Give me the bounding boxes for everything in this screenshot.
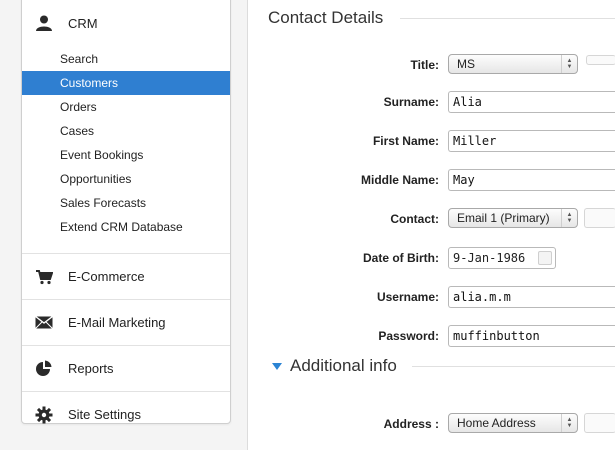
section-heading: Contact Details: [268, 8, 384, 27]
password-row: Password: muffinbutton: [248, 325, 615, 349]
dob-input[interactable]: 9-Jan-1986: [448, 247, 556, 269]
dob-value: 9-Jan-1986: [453, 251, 526, 265]
heading-divider: [400, 18, 615, 19]
contact-select[interactable]: Email 1 (Primary) ▲ ▼: [448, 208, 578, 228]
sidebar-section-label: E-Commerce: [68, 269, 145, 284]
crm-submenu: Search Customers Orders Cases Event Book…: [22, 47, 230, 254]
updown-arrows-icon: ▲ ▼: [561, 209, 577, 227]
password-input[interactable]: muffinbutton: [448, 325, 615, 347]
additional-info-toggle[interactable]: Additional info: [272, 356, 397, 376]
sidebar-section-email-marketing[interactable]: E-Mail Marketing: [22, 300, 230, 346]
title-label: Title:: [410, 58, 439, 72]
sidebar-item-sales-forecasts[interactable]: Sales Forecasts: [22, 191, 230, 215]
dob-row: Date of Birth: 9-Jan-1986: [248, 247, 615, 271]
first-name-label: First Name:: [372, 134, 439, 148]
sidebar-section-label: Reports: [68, 361, 114, 376]
pie-chart-icon: [34, 360, 54, 378]
cart-icon: [34, 268, 54, 286]
contact-value: Email 1 (Primary): [457, 211, 550, 225]
sidebar-section-label: CRM: [68, 15, 98, 31]
username-row: Username: alia.m.m: [248, 286, 615, 310]
sidebar-section-reports[interactable]: Reports: [22, 346, 230, 392]
updown-arrows-icon: ▲ ▼: [561, 55, 577, 73]
contact-label: Contact:: [390, 212, 439, 226]
password-label: Password:: [378, 329, 439, 343]
sidebar: CRM Search Customers Orders Cases Event …: [21, 0, 231, 424]
title-extra-box: [586, 55, 615, 65]
sidebar-section-label: Site Settings: [68, 407, 141, 422]
user-icon: [34, 14, 54, 32]
first-name-input[interactable]: Miller: [448, 130, 615, 152]
sidebar-item-extend-crm-database[interactable]: Extend CRM Database: [22, 215, 230, 239]
sidebar-item-customers[interactable]: Customers: [22, 71, 230, 95]
sidebar-item-event-bookings[interactable]: Event Bookings: [22, 143, 230, 167]
middle-name-label: Middle Name:: [360, 173, 439, 187]
sidebar-item-cases[interactable]: Cases: [22, 119, 230, 143]
updown-arrows-icon: ▲ ▼: [561, 414, 577, 432]
dob-label: Date of Birth:: [363, 251, 439, 265]
sidebar-section-ecommerce[interactable]: E-Commerce: [22, 254, 230, 300]
envelope-icon: [34, 314, 54, 332]
address-value: Home Address: [457, 416, 536, 430]
contact-detail-input[interactable]: [584, 208, 615, 228]
surname-input[interactable]: Alia: [448, 91, 615, 113]
sidebar-item-orders[interactable]: Orders: [22, 95, 230, 119]
triangle-down-icon: [272, 362, 282, 370]
username-label: Username:: [376, 290, 439, 304]
surname-row: Surname: Alia: [248, 91, 615, 115]
first-name-row: First Name: Miller: [248, 130, 615, 154]
title-value: MS: [457, 57, 475, 71]
middle-name-input[interactable]: May: [448, 169, 615, 191]
calendar-icon[interactable]: [538, 251, 552, 265]
additional-info-divider: [412, 366, 615, 367]
contact-details-panel: Contact Details Title: MS ▲ ▼ Surname: Al…: [247, 0, 615, 450]
sidebar-item-search[interactable]: Search: [22, 47, 230, 71]
address-extra-input[interactable]: [584, 413, 615, 433]
sidebar-section-label: E-Mail Marketing: [68, 315, 166, 330]
title-select[interactable]: MS ▲ ▼: [448, 54, 578, 74]
gear-icon: [34, 406, 54, 424]
additional-info-heading: Additional info: [290, 356, 397, 375]
middle-name-row: Middle Name: May: [248, 169, 615, 193]
address-row: Address : Home Address ▲ ▼: [248, 413, 615, 437]
surname-label: Surname:: [383, 95, 439, 109]
sidebar-section-site-settings[interactable]: Site Settings: [22, 392, 230, 437]
sidebar-item-opportunities[interactable]: Opportunities: [22, 167, 230, 191]
sidebar-section-crm[interactable]: CRM: [22, 0, 230, 47]
address-select[interactable]: Home Address ▲ ▼: [448, 413, 578, 433]
username-input[interactable]: alia.m.m: [448, 286, 615, 308]
contact-row: Contact: Email 1 (Primary) ▲ ▼: [248, 208, 615, 232]
address-label: Address :: [383, 417, 439, 431]
title-row: Title: MS ▲ ▼: [248, 54, 615, 78]
